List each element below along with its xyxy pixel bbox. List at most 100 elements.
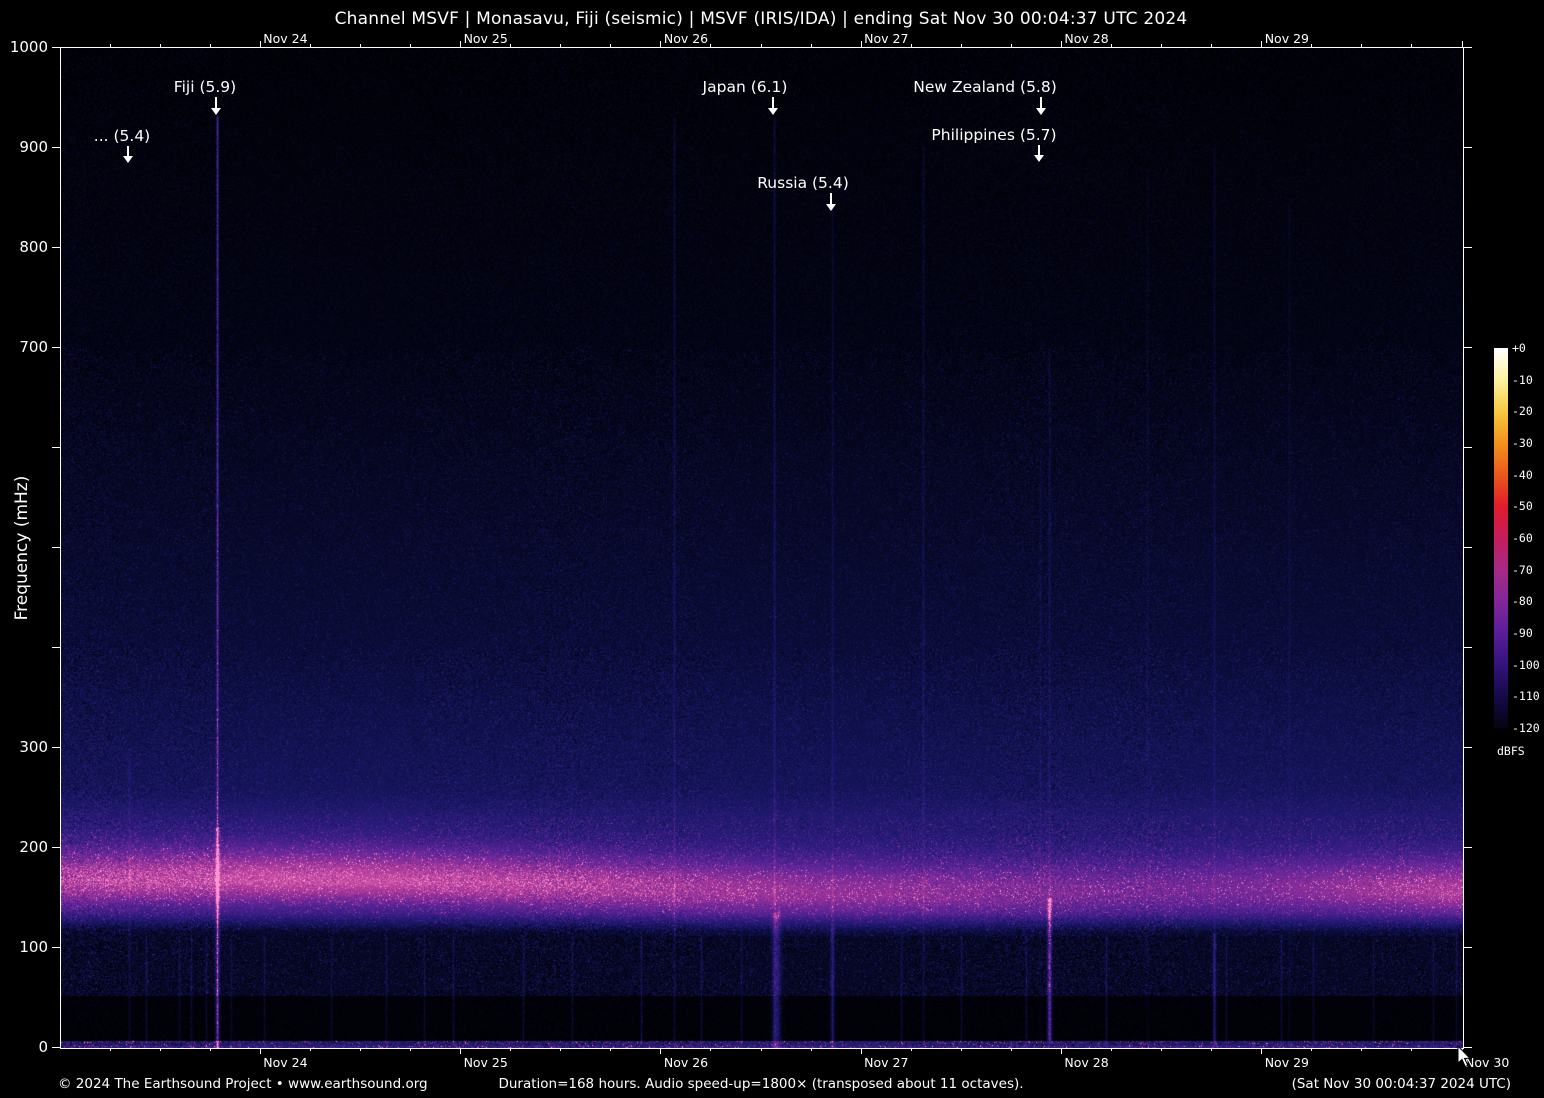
x-tick-bottom xyxy=(1361,1048,1363,1051)
y-tick-right xyxy=(1464,946,1472,948)
x-tick-top xyxy=(1311,44,1313,47)
x-tick-top xyxy=(359,44,361,47)
colorbar-tick-label: -40 xyxy=(1512,467,1533,482)
x-tick-bottom xyxy=(760,1048,762,1051)
x-tick-bottom xyxy=(960,1048,962,1051)
colorbar-tick-label: -70 xyxy=(1512,562,1533,577)
y-tick-label: 900 xyxy=(19,138,48,156)
x-tick-bottom xyxy=(410,1048,411,1051)
y-tick-left xyxy=(52,346,60,348)
x-tick-bottom xyxy=(1111,1048,1112,1051)
event-arrow-shaft xyxy=(1040,97,1042,108)
x-tick-top xyxy=(1361,44,1363,47)
event-label: New Zealand (5.8) xyxy=(913,78,1057,96)
y-tick-left xyxy=(52,246,60,248)
x-tick-label-top: Nov 28 xyxy=(1064,31,1109,46)
x-tick-top xyxy=(410,44,411,47)
colorbar-tick-label: -110 xyxy=(1512,689,1540,704)
x-tick-top xyxy=(1060,41,1062,47)
colorbar-tick-label: -60 xyxy=(1512,531,1533,545)
x-tick-bottom xyxy=(259,1048,261,1054)
event-arrow-shaft xyxy=(1038,145,1040,155)
x-tick-label-bottom: Nov 26 xyxy=(663,1055,709,1070)
event-arrow-head xyxy=(826,204,836,211)
x-tick-bottom xyxy=(660,1048,662,1054)
x-tick-bottom xyxy=(1010,1048,1012,1051)
x-tick-bottom xyxy=(710,1048,712,1051)
y-tick-left xyxy=(52,1046,60,1048)
x-tick-top xyxy=(960,44,962,47)
spectrogram-page: { "title": "Channel MSVF | Monasavu, Fij… xyxy=(0,0,1544,1098)
x-tick-bottom xyxy=(1211,1048,1213,1051)
page-title: Channel MSVF | Monasavu, Fiji (seismic) … xyxy=(334,9,1188,29)
colorbar-unit-label: dBFS xyxy=(1497,744,1525,758)
colorbar-tick-label: +0 xyxy=(1512,341,1526,355)
y-tick-left xyxy=(52,746,60,748)
event-arrow-shaft xyxy=(127,146,129,156)
x-tick-label-bottom: Nov 25 xyxy=(463,1055,508,1070)
x-tick-bottom xyxy=(1161,1048,1163,1051)
x-tick-label-top: Nov 24 xyxy=(263,31,308,46)
y-tick-right xyxy=(1464,546,1472,548)
mouse-cursor-icon xyxy=(1457,1046,1472,1068)
y-tick-left xyxy=(52,46,60,48)
x-tick-top xyxy=(1010,44,1012,47)
x-tick-top xyxy=(259,41,261,47)
event-arrow-shaft xyxy=(830,193,832,204)
x-tick-label-bottom: Nov 29 xyxy=(1264,1055,1309,1070)
x-tick-bottom xyxy=(309,1048,311,1051)
x-tick-top xyxy=(109,44,111,47)
x-tick-bottom xyxy=(209,1048,211,1051)
x-tick-top xyxy=(1261,41,1263,47)
x-tick-label-top: Nov 29 xyxy=(1264,31,1309,46)
x-tick-top xyxy=(1211,44,1213,47)
x-tick-bottom xyxy=(810,1048,812,1051)
colorbar-tick-label: -50 xyxy=(1512,499,1533,514)
x-tick-label-bottom: Nov 27 xyxy=(864,1055,909,1070)
x-tick-top xyxy=(910,44,912,47)
y-tick-right xyxy=(1464,46,1472,48)
x-tick-bottom xyxy=(510,1048,512,1051)
y-tick-right xyxy=(1464,746,1472,748)
x-tick-top xyxy=(660,41,662,47)
event-arrow-head xyxy=(123,156,133,163)
event-label: Japan (6.1) xyxy=(702,78,788,96)
x-tick-top xyxy=(1111,44,1112,47)
x-tick-bottom xyxy=(460,1048,462,1054)
y-tick-left xyxy=(52,146,60,148)
x-tick-top xyxy=(1411,44,1413,47)
event-label: Russia (5.4) xyxy=(757,174,849,192)
colorbar xyxy=(1494,348,1508,728)
x-tick-bottom xyxy=(1411,1048,1413,1051)
x-tick-bottom xyxy=(1311,1048,1313,1051)
x-tick-top xyxy=(510,44,512,47)
y-tick-left xyxy=(52,946,60,948)
colorbar-tick-label: -30 xyxy=(1512,436,1533,450)
x-tick-bottom xyxy=(910,1048,912,1051)
x-tick-top xyxy=(860,41,862,47)
event-arrow-shaft xyxy=(772,97,774,108)
x-tick-label-top: Nov 26 xyxy=(663,31,709,46)
x-tick-label-bottom: Nov 28 xyxy=(1064,1055,1109,1070)
y-tick-label: 300 xyxy=(19,738,48,756)
event-arrow-head xyxy=(768,108,778,115)
event-label: Fiji (5.9) xyxy=(173,78,237,96)
event-label: ... (5.4) xyxy=(93,127,151,145)
x-tick-top xyxy=(560,44,562,47)
y-tick-right xyxy=(1464,146,1472,148)
event-arrow-shaft xyxy=(215,97,217,108)
x-tick-label-bottom: Nov 24 xyxy=(263,1055,308,1070)
y-tick-label: 800 xyxy=(19,238,48,256)
y-tick-label: 700 xyxy=(19,338,48,356)
y-tick-left xyxy=(52,846,60,848)
x-tick-top xyxy=(760,44,762,47)
y-tick-left xyxy=(52,546,60,548)
event-arrow-head xyxy=(211,108,221,115)
y-tick-right xyxy=(1464,846,1472,848)
x-tick-bottom xyxy=(860,1048,862,1054)
x-tick-bottom xyxy=(159,1048,161,1051)
x-tick-top xyxy=(1461,41,1463,47)
y-tick-label: 200 xyxy=(19,838,48,856)
y-tick-left xyxy=(52,646,60,648)
y-axis-label: Frequency (mHz) xyxy=(12,475,32,621)
